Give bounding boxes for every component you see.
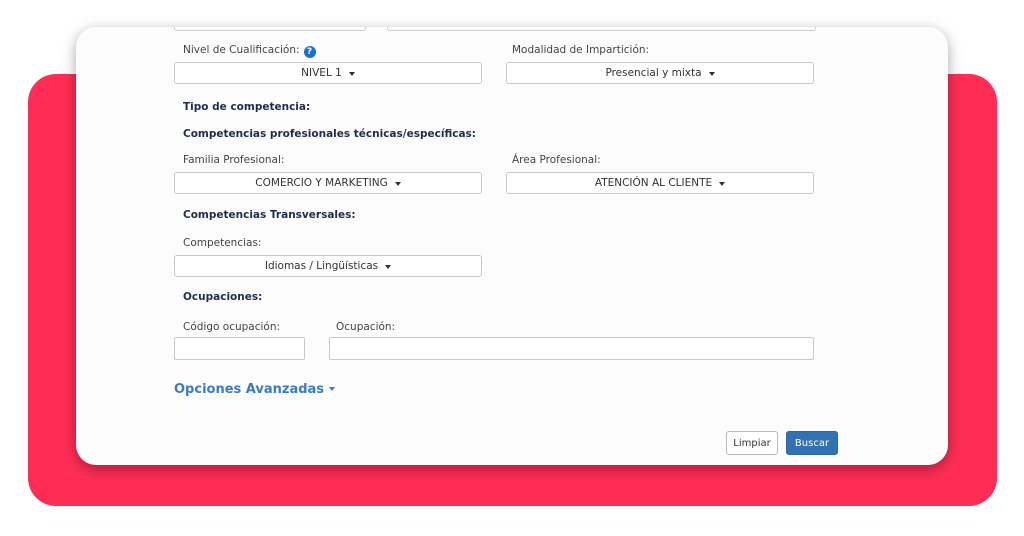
competencias-tecnicas-heading: Competencias profesionales técnicas/espe… [183,128,476,140]
opciones-avanzadas-label: Opciones Avanzadas [174,382,325,397]
limpiar-button[interactable]: Limpiar [726,431,778,455]
area-profesional-dropdown[interactable]: ATENCIÓN AL CLIENTE [506,172,814,194]
caret-down-icon [719,181,726,186]
previous-field-partial [174,27,366,31]
codigo-ocupacion-input[interactable] [174,337,305,360]
nivel-cualificacion-label: Nivel de Cualificación:? [183,44,316,58]
modalidad-value: Presencial y mixta [605,67,702,79]
modalidad-dropdown[interactable]: Presencial y mixta [506,62,814,84]
opciones-avanzadas-toggle[interactable]: Opciones Avanzadas [174,382,336,397]
caret-down-icon [394,181,401,186]
caret-down-icon [348,71,355,76]
question-circle-icon[interactable]: ? [303,46,316,58]
competencias-label: Competencias: [183,237,262,249]
ocupacion-label: Ocupación: [336,321,396,333]
caret-down-icon [708,71,715,76]
search-form-card: Nivel de Cualificación:? Modalidad de Im… [76,27,948,465]
codigo-ocupacion-label: Código ocupación: [183,321,281,333]
modalidad-label: Modalidad de Impartición: [512,44,650,56]
tipo-competencia-heading: Tipo de competencia: [183,101,311,113]
ocupacion-input[interactable] [329,337,814,360]
competencias-dropdown[interactable]: Idiomas / Lingüísticas [174,255,482,277]
familia-profesional-value: COMERCIO Y MARKETING [255,177,388,189]
nivel-cualificacion-value: NIVEL 1 [301,67,342,79]
nivel-cualificacion-dropdown[interactable]: NIVEL 1 [174,62,482,84]
ocupaciones-heading: Ocupaciones: [183,291,263,303]
buscar-button[interactable]: Buscar [786,431,838,455]
caret-down-icon [329,387,336,391]
previous-field-partial [387,27,816,31]
familia-profesional-dropdown[interactable]: COMERCIO Y MARKETING [174,172,482,194]
caret-down-icon [385,264,392,269]
competencias-value: Idiomas / Lingüísticas [264,260,379,272]
familia-profesional-label: Familia Profesional: [183,154,285,166]
nivel-cualificacion-text: Nivel de Cualificación: [183,44,300,56]
area-profesional-value: ATENCIÓN AL CLIENTE [594,177,713,189]
competencias-transversales-heading: Competencias Transversales: [183,209,356,221]
area-profesional-label: Área Profesional: [512,154,601,166]
